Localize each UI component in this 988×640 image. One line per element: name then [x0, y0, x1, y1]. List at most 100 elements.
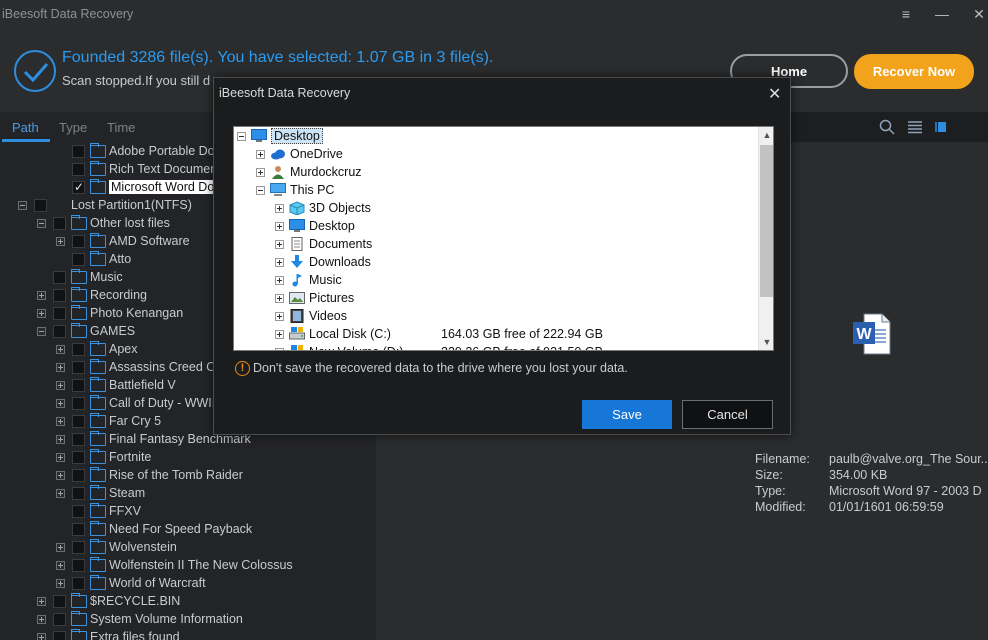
tree-checkbox[interactable] — [72, 145, 85, 158]
folder-picker-scrollbar[interactable]: ▲ ▼ — [758, 127, 773, 350]
collapse-icon[interactable] — [37, 327, 46, 336]
tree-row[interactable]: Wolvenstein — [0, 538, 376, 556]
expand-icon[interactable] — [256, 150, 265, 159]
collapse-icon[interactable] — [18, 201, 27, 210]
tree-checkbox[interactable] — [53, 595, 66, 608]
tree-checkbox[interactable] — [72, 397, 85, 410]
expand-icon[interactable] — [275, 294, 284, 303]
cancel-button[interactable]: Cancel — [682, 400, 773, 429]
tree-checkbox[interactable] — [53, 325, 66, 338]
tree-checkbox[interactable] — [72, 523, 85, 536]
tree-checkbox[interactable] — [72, 415, 85, 428]
info-key: Modified: — [755, 500, 806, 514]
list-view-icon[interactable] — [907, 119, 923, 135]
search-icon[interactable] — [879, 119, 895, 135]
scroll-up-icon[interactable]: ▲ — [759, 127, 773, 143]
expand-icon[interactable] — [275, 204, 284, 213]
tab-path[interactable]: Path — [12, 120, 39, 135]
expand-icon[interactable] — [56, 543, 65, 552]
dialog-close-icon[interactable]: ✕ — [768, 84, 781, 104]
warning-icon: ! — [235, 361, 250, 376]
tree-row[interactable]: Rise of the Tomb Raider — [0, 466, 376, 484]
tree-row[interactable]: Steam — [0, 484, 376, 502]
tree-checkbox[interactable] — [72, 487, 85, 500]
tree-checkbox[interactable] — [53, 631, 66, 640]
expand-icon[interactable] — [56, 453, 65, 462]
save-button[interactable]: Save — [582, 400, 672, 429]
tree-label: Wolvenstein — [109, 540, 177, 554]
tree-checkbox[interactable] — [72, 577, 85, 590]
expand-icon[interactable] — [275, 276, 284, 285]
expand-icon[interactable] — [37, 615, 46, 624]
music-icon — [289, 273, 305, 287]
expand-icon[interactable] — [275, 348, 284, 350]
tree-row[interactable]: Extra files found — [0, 628, 376, 640]
expand-icon[interactable] — [56, 237, 65, 246]
tree-row[interactable]: Fortnite — [0, 448, 376, 466]
tree-checkbox[interactable] — [53, 613, 66, 626]
menu-icon[interactable]: ≡ — [897, 6, 915, 22]
tree-label: Extra files found — [90, 630, 180, 640]
tree-checkbox[interactable] — [72, 379, 85, 392]
collapse-icon[interactable] — [37, 219, 46, 228]
expand-icon[interactable] — [56, 345, 65, 354]
collapse-icon[interactable] — [256, 186, 265, 195]
tab-time[interactable]: Time — [107, 120, 135, 135]
folder-picker-tree[interactable]: Desktop OneDrive Murdockcruz This PC 3D Obje… — [233, 126, 774, 351]
expand-icon[interactable] — [56, 489, 65, 498]
expand-icon[interactable] — [275, 222, 284, 231]
tree-checkbox[interactable] — [72, 505, 85, 518]
tree-checkbox[interactable] — [53, 289, 66, 302]
expand-icon[interactable] — [56, 363, 65, 372]
tree-checkbox[interactable] — [34, 199, 47, 212]
tree-checkbox[interactable] — [72, 361, 85, 374]
expand-icon[interactable] — [37, 597, 46, 606]
expand-icon[interactable] — [37, 291, 46, 300]
tree-row[interactable]: Need For Speed Payback — [0, 520, 376, 538]
tree-checkbox[interactable] — [72, 163, 85, 176]
expand-icon[interactable] — [275, 312, 284, 321]
scroll-down-icon[interactable]: ▼ — [759, 334, 773, 350]
expand-icon[interactable] — [275, 258, 284, 267]
expand-icon[interactable] — [256, 168, 265, 177]
collapse-icon[interactable] — [237, 132, 246, 141]
tree-checkbox[interactable] — [72, 541, 85, 554]
preview-view-icon[interactable] — [935, 119, 951, 135]
folder-picker-label: 3D Objects — [309, 201, 371, 215]
tree-row[interactable]: World of Warcraft — [0, 574, 376, 592]
expand-icon[interactable] — [56, 435, 65, 444]
tree-checkbox[interactable] — [72, 253, 85, 266]
tree-checkbox[interactable] — [53, 217, 66, 230]
expand-icon[interactable] — [56, 417, 65, 426]
close-icon[interactable]: ✕ — [970, 6, 988, 23]
tree-checkbox[interactable] — [72, 433, 85, 446]
tree-checkbox[interactable] — [53, 271, 66, 284]
expand-icon[interactable] — [56, 399, 65, 408]
tree-row[interactable]: $RECYCLE.BIN — [0, 592, 376, 610]
tree-checkbox[interactable] — [72, 235, 85, 248]
doc-icon — [289, 237, 305, 251]
app-title: iBeesoft Data Recovery — [2, 7, 134, 21]
tree-row[interactable]: System Volume Information — [0, 610, 376, 628]
expand-icon[interactable] — [275, 330, 284, 339]
tab-type[interactable]: Type — [59, 120, 87, 135]
expand-icon[interactable] — [275, 240, 284, 249]
expand-icon[interactable] — [37, 309, 46, 318]
tree-checkbox[interactable] — [72, 343, 85, 356]
tree-row[interactable]: Wolfenstein II The New Colossus — [0, 556, 376, 574]
tree-checkbox[interactable] — [72, 451, 85, 464]
recover-now-button[interactable]: Recover Now — [854, 54, 974, 89]
expand-icon[interactable] — [56, 561, 65, 570]
scroll-thumb[interactable] — [760, 145, 773, 297]
tree-row[interactable]: FFXV — [0, 502, 376, 520]
expand-icon[interactable] — [56, 381, 65, 390]
tree-checkbox[interactable] — [72, 469, 85, 482]
expand-icon[interactable] — [37, 633, 46, 640]
tree-checkbox[interactable] — [53, 307, 66, 320]
expand-icon[interactable] — [56, 579, 65, 588]
minimize-icon[interactable]: — — [933, 6, 951, 22]
tree-checkbox[interactable] — [72, 559, 85, 572]
tree-label: Wolfenstein II The New Colossus — [109, 558, 293, 572]
tree-checkbox[interactable] — [72, 180, 85, 194]
expand-icon[interactable] — [56, 471, 65, 480]
